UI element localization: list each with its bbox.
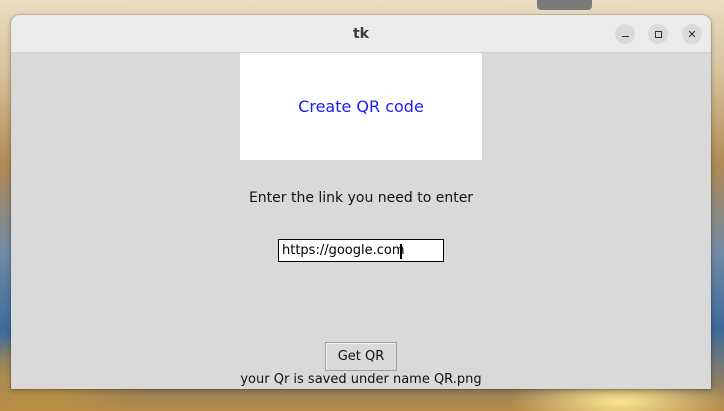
window-title: tk — [352, 26, 369, 42]
minimize-icon — [621, 35, 629, 38]
desktop-panel-tab[interactable] — [537, 0, 592, 10]
close-icon: ✕ — [687, 27, 697, 41]
maximize-button[interactable] — [648, 24, 668, 44]
title-bar[interactable]: tk ✕ — [11, 15, 711, 53]
link-prompt-label: Enter the link you need to enter — [248, 190, 474, 206]
text-caret — [400, 244, 402, 259]
minimize-button[interactable] — [615, 24, 635, 44]
header-banner: Create QR code — [240, 53, 482, 160]
get-qr-button[interactable]: Get QR — [325, 342, 397, 371]
status-message: your Qr is saved under name QR.png — [240, 372, 482, 387]
maximize-icon — [654, 30, 662, 38]
app-window: tk ✕ Create QR code Enter the link you n… — [11, 15, 711, 389]
header-title: Create QR code — [298, 97, 424, 116]
close-button[interactable]: ✕ — [682, 24, 702, 44]
link-input[interactable] — [278, 239, 444, 262]
